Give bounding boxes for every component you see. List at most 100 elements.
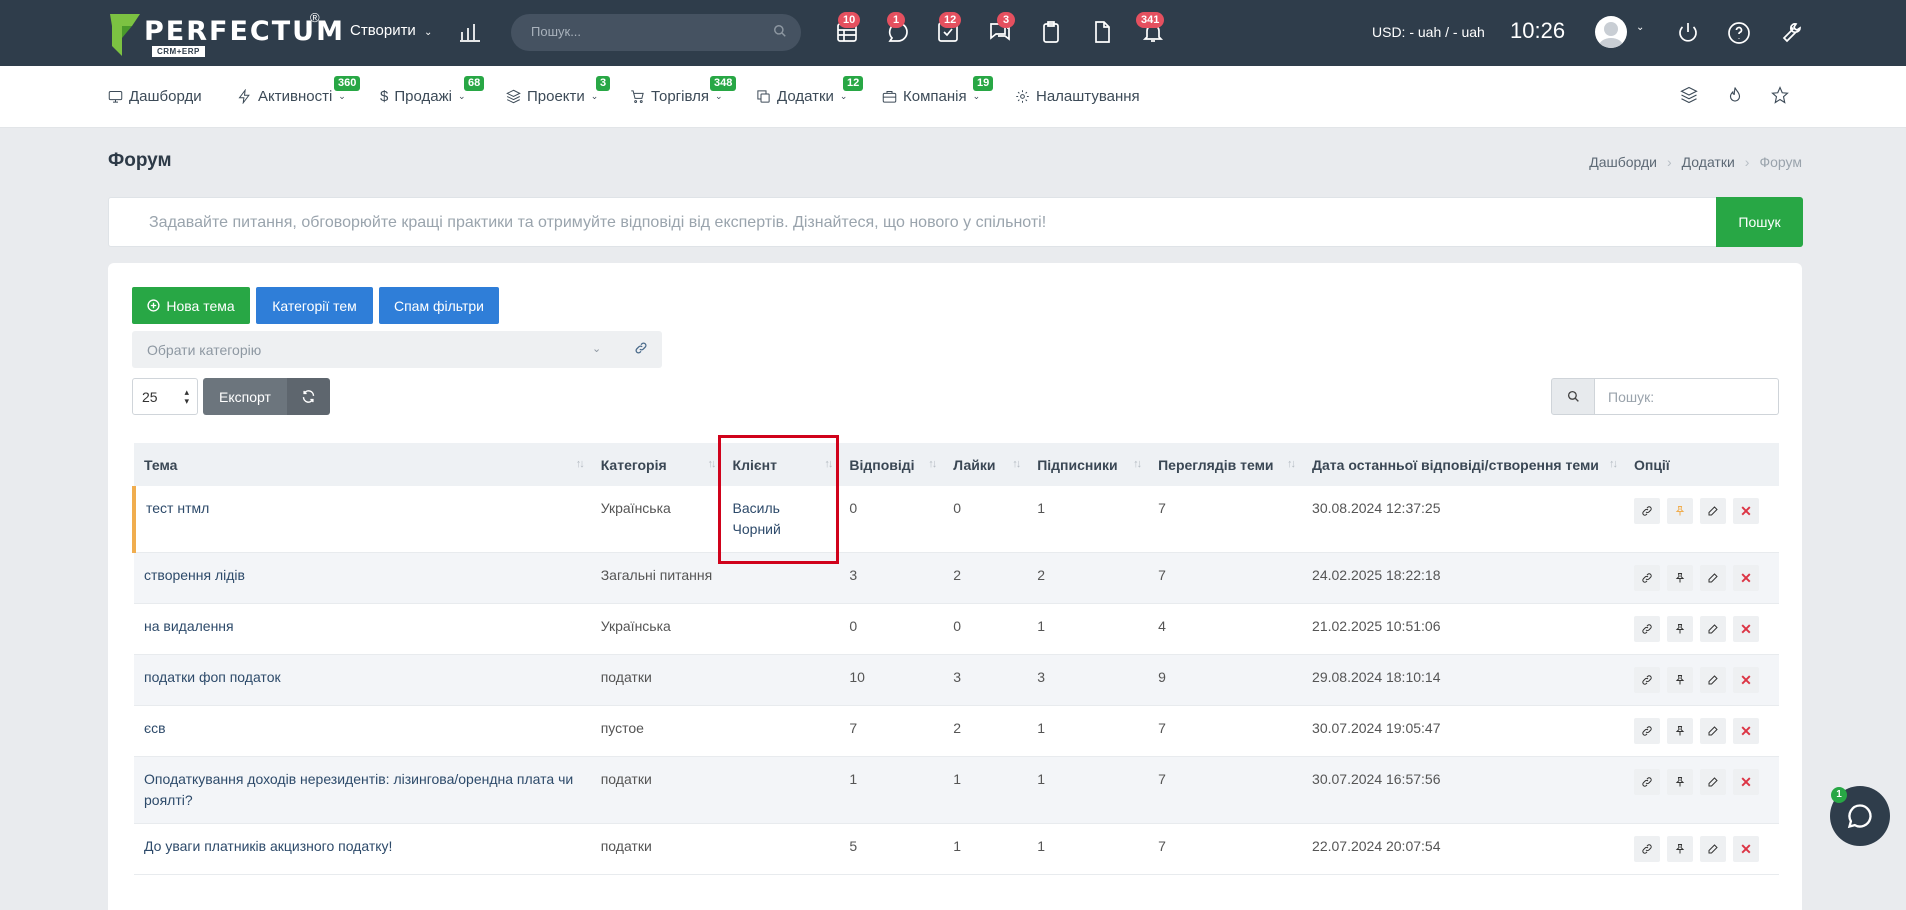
column-header[interactable]: Тема ↑↓ [134, 443, 591, 486]
table-search-input[interactable]: Пошук: [1595, 378, 1779, 415]
wrench-icon[interactable] [1777, 21, 1801, 45]
delete-icon[interactable]: ✕ [1732, 769, 1759, 795]
column-header[interactable]: Відповіді ↑↓ [839, 443, 944, 486]
top-search-input[interactable]: Пошук... [511, 14, 801, 51]
column-header[interactable]: Клієнт ↑↓ [722, 443, 840, 486]
power-icon[interactable] [1676, 20, 1700, 44]
link-icon[interactable] [1633, 616, 1660, 642]
cell-client[interactable] [722, 603, 840, 655]
column-header[interactable]: Категорія ↑↓ [590, 443, 723, 486]
pin-icon[interactable] [1666, 616, 1693, 642]
breadcrumb-item[interactable]: Дашборди [1589, 154, 1657, 170]
delete-icon[interactable]: ✕ [1732, 565, 1759, 591]
column-header[interactable]: Підписники ↑↓ [1027, 443, 1149, 486]
breadcrumb-current: Форум [1759, 154, 1802, 170]
pin-icon[interactable] [1666, 565, 1693, 591]
cell-topic[interactable]: До уваги платників акцизного податку! [134, 823, 591, 875]
cell-date: 22.07.2024 20:07:54 [1302, 823, 1624, 875]
table-search-button[interactable] [1551, 378, 1595, 415]
edit-icon[interactable] [1699, 769, 1726, 795]
star-icon[interactable] [1771, 86, 1789, 107]
cell-client[interactable] [722, 654, 840, 706]
column-header[interactable]: Дата останньої відповіді/створення теми ↑… [1302, 443, 1624, 486]
layers-icon[interactable] [1680, 86, 1698, 107]
file-icon[interactable] [1090, 20, 1114, 44]
flame-icon[interactable] [1726, 86, 1744, 107]
pin-icon[interactable] [1666, 718, 1693, 744]
link-icon[interactable] [1633, 498, 1660, 524]
link-icon[interactable] [1633, 667, 1660, 693]
logo[interactable]: PERFECTUM ® CRM+ERP [108, 10, 343, 57]
table-row: До уваги платників акцизного податку! под… [134, 823, 1779, 875]
chevron-down-icon[interactable]: ⌄ [1636, 22, 1644, 33]
logo-subtitle: CRM+ERP [152, 46, 205, 57]
cell-topic[interactable]: єсв [134, 705, 591, 757]
per-page-select[interactable]: 25 ▴ ▾ [132, 378, 198, 415]
delete-icon[interactable]: ✕ [1732, 836, 1759, 862]
pin-icon[interactable] [1666, 836, 1693, 862]
pin-icon[interactable] [1666, 769, 1693, 795]
pin-icon[interactable] [1666, 498, 1693, 524]
new-topic-button[interactable]: Нова тема [132, 287, 250, 324]
cell-topic[interactable]: створення лідів [134, 552, 591, 604]
column-header[interactable]: Лайки ↑↓ [943, 443, 1028, 486]
edit-icon[interactable] [1699, 616, 1726, 642]
forum-search-input[interactable]: Задавайте питання, обговорюйте кращі пра… [108, 197, 1802, 247]
delete-icon[interactable]: ✕ [1732, 616, 1759, 642]
spam-filters-button[interactable]: Спам фільтри [379, 287, 499, 324]
stats-icon[interactable] [458, 20, 482, 44]
edit-icon[interactable] [1699, 667, 1726, 693]
menu-item-projects[interactable]: Проекти ⌄ 3 [506, 76, 611, 105]
export-button[interactable]: Експорт [203, 378, 287, 415]
category-select[interactable]: Обрати категорію ⌄ [132, 331, 662, 368]
cell-client[interactable] [722, 756, 840, 824]
cell-client[interactable] [722, 823, 840, 875]
help-icon[interactable] [1727, 21, 1751, 45]
edit-icon[interactable] [1699, 836, 1726, 862]
menu-item-settings[interactable]: Налаштування [1015, 88, 1140, 105]
cell-likes: 1 [943, 823, 1028, 875]
forum-search-button[interactable]: Пошук [1716, 197, 1803, 247]
column-header[interactable]: Переглядів теми ↑↓ [1148, 443, 1303, 486]
menu-item-addons[interactable]: Додатки ⌄ 12 [756, 76, 864, 105]
avatar[interactable] [1595, 16, 1627, 48]
menu-item-dashboards[interactable]: Дашборди [108, 88, 202, 105]
chevron-right-icon: › [1667, 154, 1672, 170]
refresh-button[interactable] [287, 378, 330, 415]
breadcrumb-item[interactable]: Додатки [1682, 154, 1735, 170]
topic-categories-button[interactable]: Категорії тем [256, 287, 373, 324]
cell-topic[interactable]: на видалення [134, 603, 591, 655]
menu-item-company[interactable]: Компанія ⌄ 19 [882, 76, 994, 105]
link-icon[interactable] [1633, 769, 1660, 795]
per-page-value: 25 [142, 389, 158, 405]
cell-client[interactable] [722, 705, 840, 757]
cell-topic[interactable]: Оподаткування доходів нерезидентів: лізи… [134, 756, 591, 824]
menu-item-trade[interactable]: Торгівля ⌄ 348 [630, 76, 737, 105]
cell-options: ✕ [1623, 552, 1779, 604]
menu-label: Дашборди [129, 88, 202, 105]
pin-icon[interactable] [1666, 667, 1693, 693]
menu-badge: 19 [973, 76, 994, 91]
cell-client[interactable]: Василь Чорний [722, 486, 840, 553]
edit-icon[interactable] [1699, 718, 1726, 744]
link-icon[interactable] [1633, 836, 1660, 862]
cell-topic[interactable]: податки фоп податок [134, 654, 591, 706]
edit-icon[interactable] [1699, 498, 1726, 524]
link-icon[interactable] [1633, 718, 1660, 744]
menu-item-activities[interactable]: Активності ⌄ 360 [237, 76, 361, 105]
menu-item-sales[interactable]: $ Продажі ⌄ 68 [380, 76, 485, 105]
delete-icon[interactable]: ✕ [1732, 718, 1759, 744]
delete-icon[interactable]: ✕ [1732, 667, 1759, 693]
cell-category: податки [590, 756, 723, 824]
link-icon[interactable] [634, 341, 648, 355]
link-icon[interactable] [1633, 565, 1660, 591]
table-row: на видалення Українська 0 0 1 4 21.02.2025 10:… [134, 603, 1779, 655]
delete-icon[interactable]: ✕ [1732, 498, 1759, 524]
edit-icon[interactable] [1699, 565, 1726, 591]
cell-client[interactable] [722, 552, 840, 604]
menu-label: Проекти [527, 88, 585, 105]
clipboard-icon[interactable] [1039, 20, 1063, 44]
cell-replies: 0 [839, 603, 944, 655]
cell-topic[interactable]: тест нтмл [132, 486, 591, 553]
create-menu[interactable]: Створити ⌄ [350, 22, 432, 39]
